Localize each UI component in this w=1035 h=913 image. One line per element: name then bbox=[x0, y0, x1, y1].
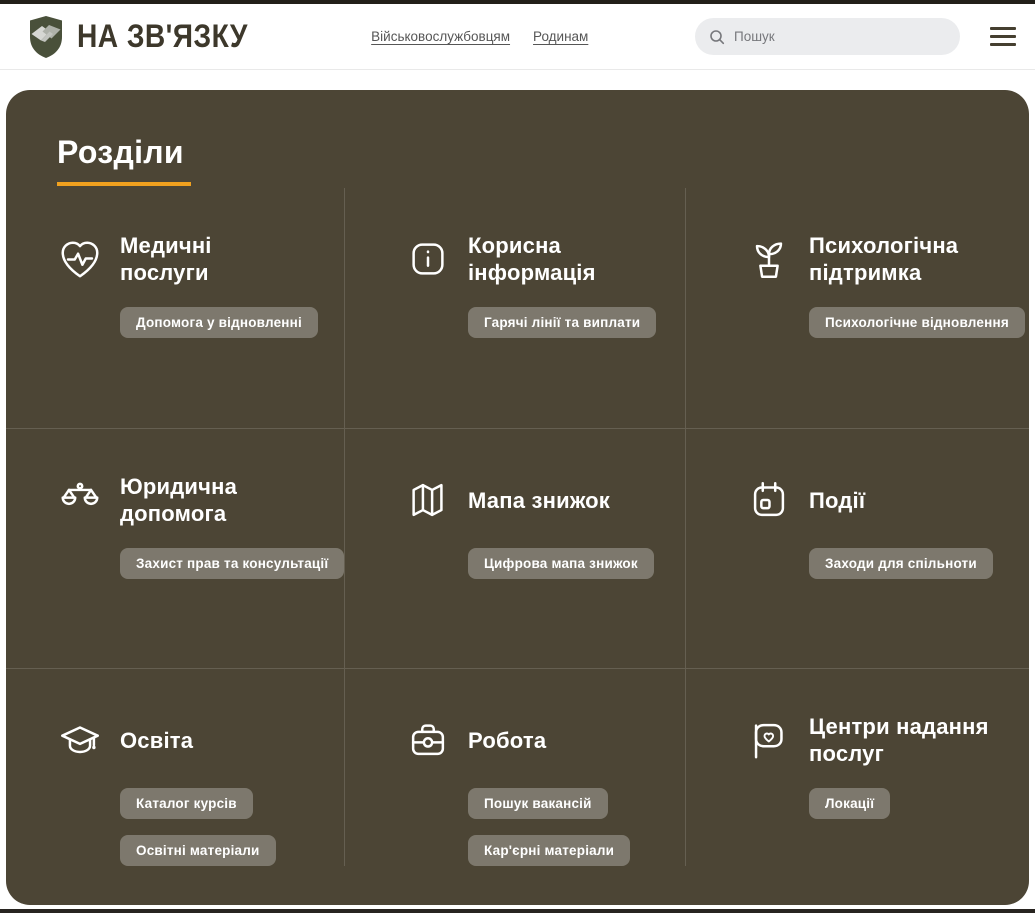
briefcase-icon bbox=[405, 717, 451, 763]
card-useful-info[interactable]: Корисна інформація Гарячі лінії та випла… bbox=[345, 188, 686, 428]
brand-title: НА ЗВ'ЯЗКУ bbox=[77, 18, 248, 55]
tag-chip[interactable]: Пошук вакансій bbox=[468, 788, 608, 819]
main-nav: Військовослужбовцям Родинам bbox=[371, 29, 588, 44]
flag-heart-icon bbox=[746, 717, 792, 763]
tag-chip[interactable]: Цифрова мапа знижок bbox=[468, 548, 654, 579]
tag-chip[interactable]: Кар'єрні матеріали bbox=[468, 835, 630, 866]
calendar-icon bbox=[746, 477, 792, 523]
tag-chip[interactable]: Допомога у відновленні bbox=[120, 307, 318, 338]
heart-pulse-icon bbox=[57, 236, 103, 282]
tag-chip[interactable]: Локації bbox=[809, 788, 890, 819]
hamburger-menu-icon[interactable] bbox=[990, 27, 1016, 47]
tag-chip[interactable]: Психологічне відновлення bbox=[809, 307, 1025, 338]
card-work[interactable]: Робота Пошук вакансій Кар'єрні матеріали bbox=[345, 668, 686, 866]
card-title: Мапа знижок bbox=[468, 487, 610, 514]
card-education[interactable]: Освіта Каталог курсів Освітні матеріали bbox=[6, 668, 345, 866]
tag-chip[interactable]: Захист прав та консультації bbox=[120, 548, 344, 579]
card-discount-map[interactable]: Мапа знижок Цифрова мапа знижок bbox=[345, 428, 686, 668]
tag-chip[interactable]: Каталог курсів bbox=[120, 788, 253, 819]
nav-link-families[interactable]: Родинам bbox=[533, 29, 588, 44]
card-title: Події bbox=[809, 487, 865, 514]
search-input[interactable] bbox=[734, 29, 946, 44]
card-events[interactable]: Події Заходи для спільноти bbox=[686, 428, 1029, 668]
title-accent-underline bbox=[57, 182, 191, 186]
tag-chip[interactable]: Освітні матеріали bbox=[120, 835, 276, 866]
bottom-border-strip bbox=[0, 909, 1035, 913]
card-legal-aid[interactable]: Юридична допомога Захист прав та консуль… bbox=[6, 428, 345, 668]
sprout-icon bbox=[746, 236, 792, 282]
tag-chip[interactable]: Заходи для спільноти bbox=[809, 548, 993, 579]
info-icon bbox=[405, 236, 451, 282]
search-box[interactable] bbox=[695, 18, 960, 55]
card-title: Освіта bbox=[120, 727, 193, 754]
sections-panel: Розділи Медичні послуги Допомога у відно… bbox=[6, 90, 1029, 905]
tag-chip[interactable]: Гарячі лінії та виплати bbox=[468, 307, 656, 338]
card-title: Медичні послуги bbox=[120, 232, 212, 286]
page-title: Розділи bbox=[57, 134, 1029, 171]
card-service-centers[interactable]: Центри надання послуг Локації bbox=[686, 668, 1029, 866]
logo[interactable]: НА ЗВ'ЯЗКУ bbox=[28, 15, 271, 59]
panel-head: Розділи bbox=[6, 90, 1029, 186]
card-title: Центри надання послуг bbox=[809, 713, 989, 767]
scales-icon bbox=[57, 477, 103, 523]
card-title: Робота bbox=[468, 727, 546, 754]
card-title: Юридична допомога bbox=[120, 473, 237, 527]
graduation-cap-icon bbox=[57, 717, 103, 763]
sections-grid: Медичні послуги Допомога у відновленні К… bbox=[6, 188, 1029, 866]
card-medical-services[interactable]: Медичні послуги Допомога у відновленні bbox=[6, 188, 345, 428]
search-icon bbox=[709, 29, 725, 45]
nav-link-military[interactable]: Військовослужбовцям bbox=[371, 29, 510, 44]
card-psychological-support[interactable]: Психологічна підтримка Психологічне відн… bbox=[686, 188, 1029, 428]
card-title: Психологічна підтримка bbox=[809, 232, 958, 286]
card-title: Корисна інформація bbox=[468, 232, 596, 286]
map-icon bbox=[405, 477, 451, 523]
site-header: НА ЗВ'ЯЗКУ Військовослужбовцям Родинам bbox=[0, 4, 1035, 70]
shield-handshake-icon bbox=[28, 15, 64, 59]
